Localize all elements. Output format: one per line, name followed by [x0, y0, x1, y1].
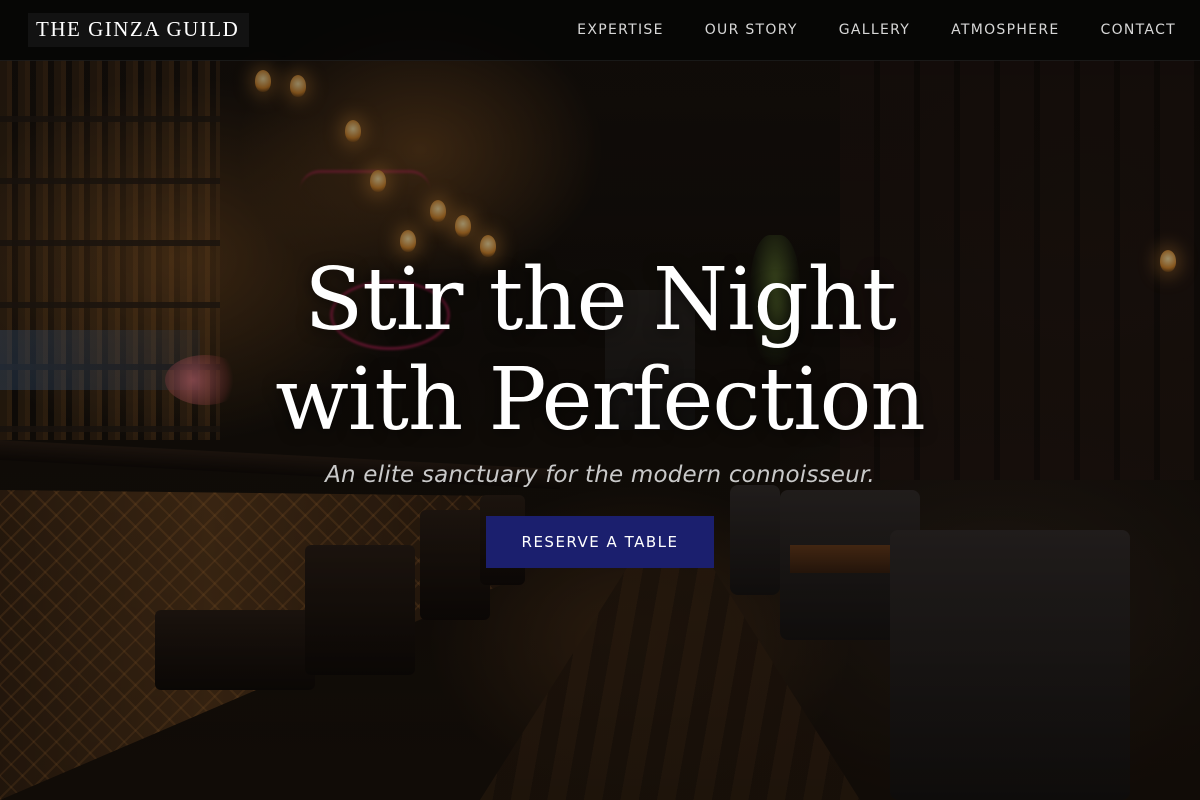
hero-title-line-1: Stir the Night: [304, 250, 896, 350]
nav-link-gallery[interactable]: GALLERY: [839, 22, 910, 38]
nav-link-atmosphere[interactable]: ATMOSPHERE: [951, 22, 1059, 38]
reserve-table-button[interactable]: RESERVE A TABLE: [486, 516, 714, 568]
nav-link-contact[interactable]: CONTACT: [1101, 22, 1177, 38]
top-navigation: THE GINZA GUILD EXPERTISE OUR STORY GALL…: [0, 0, 1200, 61]
brand-logo[interactable]: THE GINZA GUILD: [28, 13, 250, 47]
nav-link-our-story[interactable]: OUR STORY: [705, 22, 798, 38]
hero-content: Stir the Night with Perfection An elite …: [0, 250, 1200, 568]
hero-title-line-2: with Perfection: [275, 350, 926, 450]
nav-link-expertise[interactable]: EXPERTISE: [577, 22, 664, 38]
hero-title: Stir the Night with Perfection: [0, 250, 1200, 450]
nav-links: EXPERTISE OUR STORY GALLERY ATMOSPHERE C…: [577, 22, 1176, 38]
hero-subtitle: An elite sanctuary for the modern connoi…: [325, 462, 875, 488]
